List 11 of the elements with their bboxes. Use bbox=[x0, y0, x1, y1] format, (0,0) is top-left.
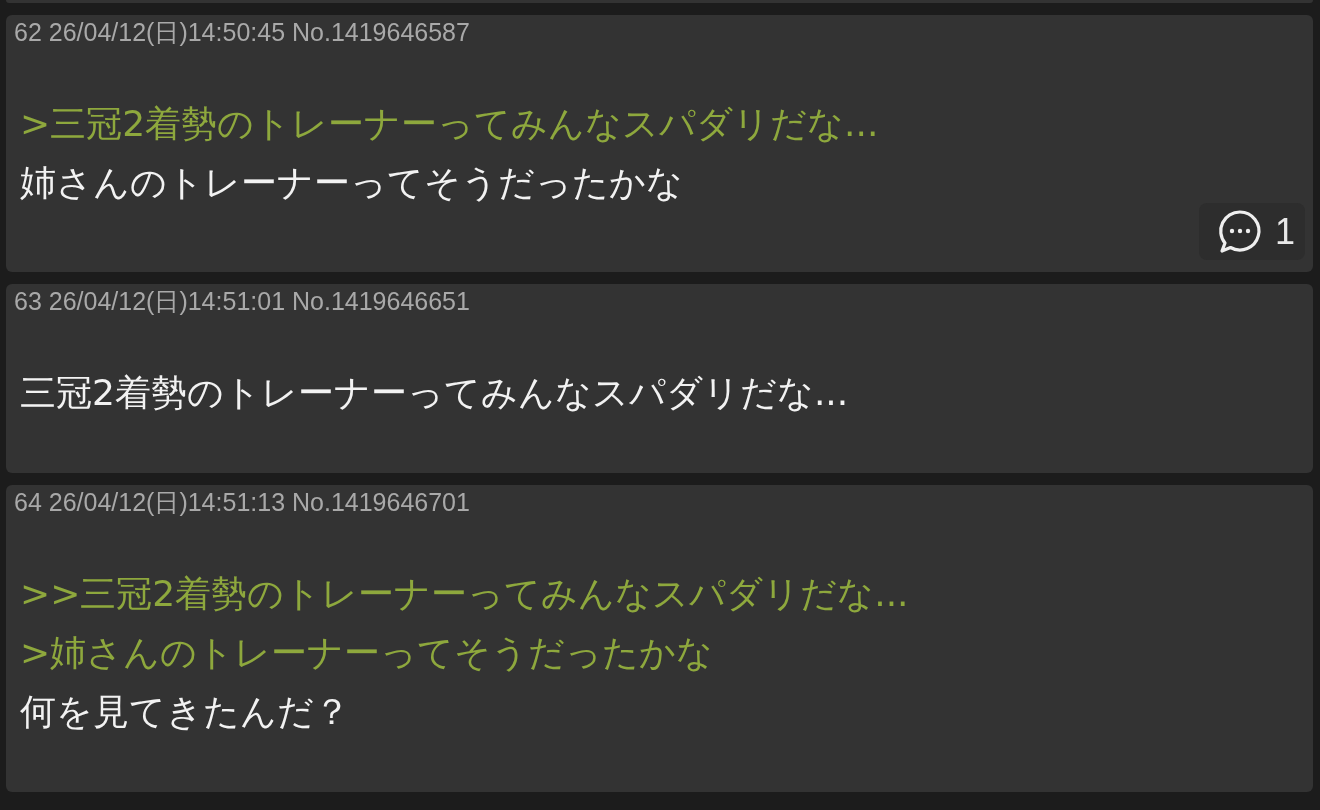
post-text: 三冠2着勢のトレーナーってみんなスパダリだな... bbox=[20, 371, 850, 415]
quote-line: >三冠2着勢のトレーナーってみんなスパダリだな... bbox=[20, 102, 880, 146]
post-text: 何を見てきたんだ？ bbox=[20, 690, 351, 734]
quote-line: >>三冠2着勢のトレーナーってみんなスパダリだな... bbox=[20, 572, 910, 616]
post-header: 62 26/04/12(日)14:50:45 No.1419646587 bbox=[14, 17, 471, 47]
post-text: 姉さんのトレーナーってそうだったかな bbox=[20, 161, 684, 205]
quote-line: >姉さんのトレーナーってそうだったかな bbox=[20, 631, 715, 675]
speech-bubble-icon bbox=[1216, 208, 1263, 255]
reply-count-button[interactable]: 1 bbox=[1198, 203, 1305, 260]
post-header: 63 26/04/12(日)14:51:01 No.1419646651 bbox=[14, 286, 471, 316]
post-header: 64 26/04/12(日)14:51:13 No.1419646701 bbox=[14, 487, 471, 517]
